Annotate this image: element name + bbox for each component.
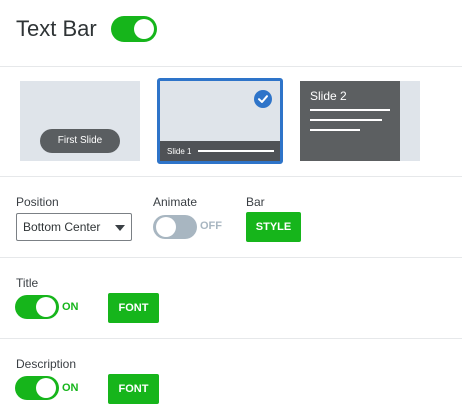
divider	[0, 257, 462, 258]
divider	[0, 176, 462, 177]
text-line	[310, 109, 390, 111]
position-select[interactable]: Bottom Center	[16, 213, 132, 241]
description-toggle[interactable]	[15, 376, 59, 400]
divider	[0, 66, 462, 67]
position-value: Bottom Center	[23, 220, 101, 234]
slide-thumbnail-third[interactable]: Slide 2	[300, 81, 420, 161]
first-slide-pill: First Slide	[40, 129, 120, 153]
page-title: Text Bar	[16, 16, 97, 41]
toggle-knob	[134, 19, 154, 39]
animate-toggle[interactable]	[153, 215, 197, 239]
style-button[interactable]: STYLE	[246, 212, 301, 242]
slide-text-bar: Slide 1	[160, 141, 280, 161]
animate-state: OFF	[200, 220, 222, 232]
animate-label: Animate	[153, 195, 198, 209]
description-state: ON	[62, 382, 79, 394]
slide-bar-line	[198, 150, 274, 152]
title-label: Title	[16, 276, 39, 290]
toggle-knob	[36, 297, 56, 317]
text-line	[310, 119, 382, 121]
description-label: Description	[16, 357, 77, 371]
title-font-button[interactable]: FONT	[108, 293, 159, 323]
checkmark-icon	[254, 90, 272, 108]
slide-thumbnail-selected[interactable]: Slide 1	[157, 78, 283, 164]
title-state: ON	[62, 301, 79, 313]
divider	[0, 338, 462, 339]
slide-background	[400, 81, 420, 161]
slide-thumbnail-first[interactable]: First Slide	[20, 81, 140, 161]
text-bar-toggle[interactable]	[111, 16, 157, 42]
slide-bar-label: Slide 1	[167, 147, 192, 156]
slide-text-panel: Slide 2	[300, 81, 400, 161]
toggle-knob	[156, 217, 176, 237]
position-label: Position	[16, 195, 59, 209]
bar-label: Bar	[246, 195, 265, 209]
toggle-knob	[36, 378, 56, 398]
description-font-button[interactable]: FONT	[108, 374, 159, 404]
chevron-down-icon	[115, 225, 125, 231]
title-toggle[interactable]	[15, 295, 59, 319]
slide-panel-title: Slide 2	[310, 89, 347, 103]
text-line	[310, 129, 360, 131]
